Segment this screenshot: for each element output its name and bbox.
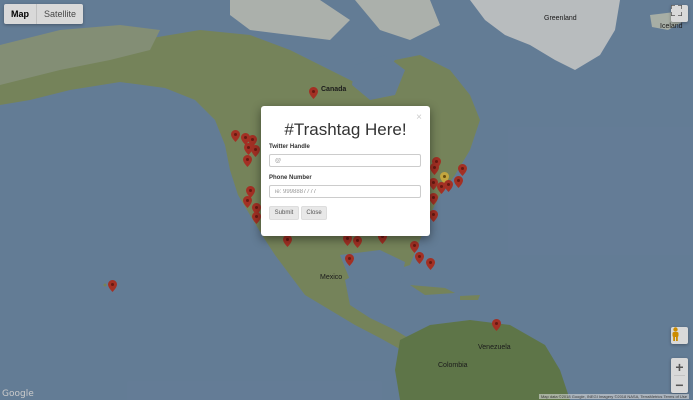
trashtag-modal: × #Trashtag Here! Twitter Handle Phone N… <box>261 106 430 236</box>
submit-button[interactable]: Submit <box>269 206 299 220</box>
close-button[interactable]: Close <box>301 206 327 220</box>
modal-title: #Trashtag Here! <box>284 120 407 139</box>
phone-number-input[interactable] <box>269 185 421 198</box>
modal-close-icon[interactable]: × <box>416 112 422 123</box>
twitter-handle-input[interactable] <box>269 154 421 167</box>
twitter-handle-label: Twitter Handle <box>269 144 310 150</box>
phone-number-label: Phone Number <box>269 175 312 181</box>
